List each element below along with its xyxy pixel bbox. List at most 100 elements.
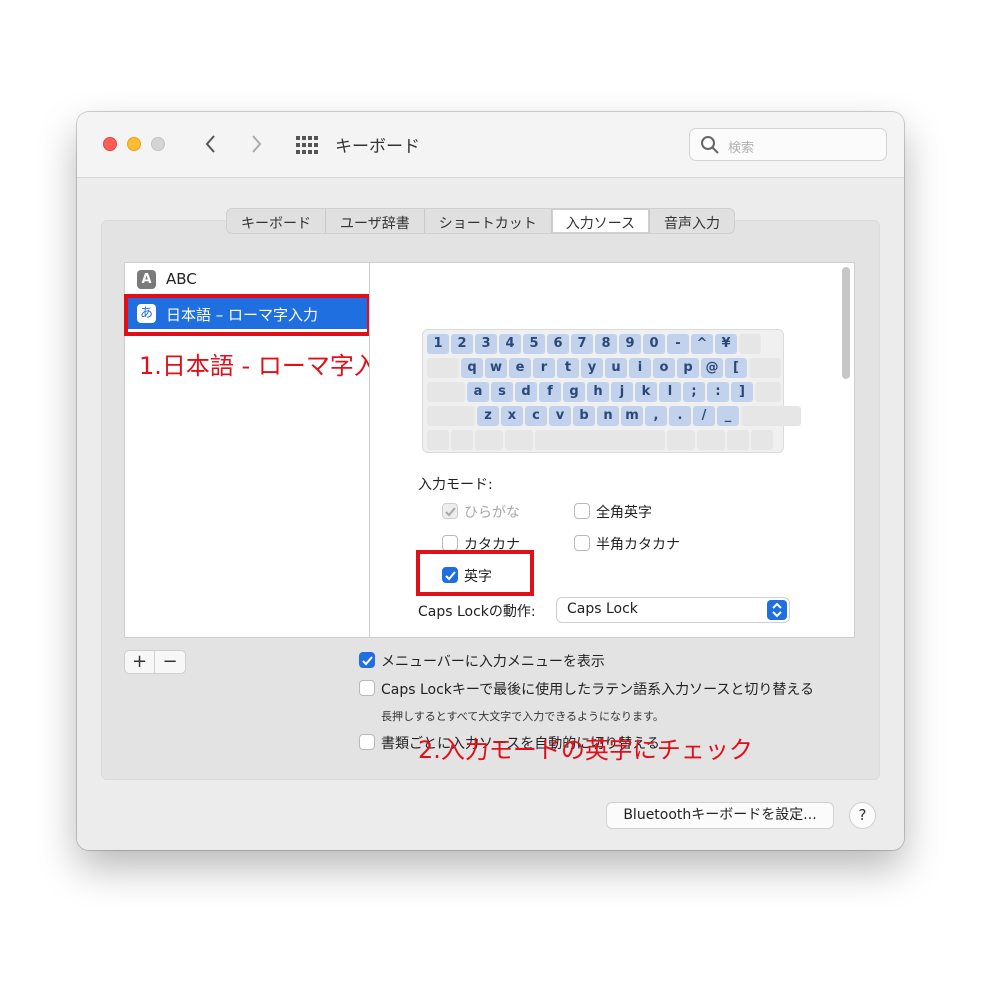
caps-lock-label: Caps Lockの動作:	[418, 604, 536, 620]
source-label: ABC	[166, 270, 197, 288]
key-blank	[727, 430, 749, 450]
key-blank	[427, 382, 465, 402]
key-1: a	[467, 382, 489, 402]
auto-switch-checkbox[interactable]	[359, 734, 375, 750]
tab-dictation[interactable]: 音声入力	[650, 209, 734, 233]
key-11: @	[701, 358, 723, 378]
key-9: 0	[643, 334, 665, 354]
show-all-button[interactable]	[295, 134, 319, 156]
close-button[interactable]	[103, 137, 117, 151]
hiragana-checkbox	[442, 503, 458, 519]
minimize-button[interactable]	[127, 137, 141, 151]
key-blank	[751, 430, 773, 450]
tab-bar: キーボード ユーザ辞書 ショートカット 入力ソース 音声入力	[226, 208, 736, 234]
key-5: g	[563, 382, 585, 402]
hiragana-label: ひらがな	[464, 505, 520, 521]
key-blank	[505, 430, 533, 450]
key-6: h	[587, 382, 609, 402]
key-11: ^	[691, 334, 713, 354]
help-button[interactable]: ?	[849, 802, 876, 829]
key-blank	[475, 430, 503, 450]
key-6: y	[581, 358, 603, 378]
key-1: q	[461, 358, 483, 378]
window-title: キーボード	[335, 137, 420, 157]
hankaku-katakana-checkbox[interactable]	[574, 535, 590, 551]
keyboard-row-asdf: a s d f g h j k l;:]	[427, 382, 781, 402]
key-blank	[535, 430, 665, 450]
keyboard-row-zxcv: z x c v b n m,. / _	[427, 406, 801, 426]
caps-switch-checkbox[interactable]	[359, 680, 375, 696]
zoom-button[interactable]	[151, 137, 165, 151]
add-source-button[interactable]: +	[125, 651, 156, 673]
key-3: e	[509, 358, 531, 378]
key-blank	[427, 358, 459, 378]
key-4: r	[533, 358, 555, 378]
key-8: i	[629, 358, 651, 378]
key-blank	[741, 406, 801, 426]
grid-icon	[296, 136, 318, 154]
key-blank	[697, 430, 725, 450]
key-4: f	[539, 382, 561, 402]
list-add-remove-control: + −	[124, 650, 186, 674]
show-menu-label: メニューバーに入力メニューを表示	[381, 654, 605, 670]
tab-user-dictionary[interactable]: ユーザ辞書	[326, 209, 425, 233]
keyboard-preferences-window: キーボード 検索 キーボード ユーザ辞書 ショートカット 入力ソース 音声入力 …	[77, 112, 904, 850]
input-mode-title: 入力モード:	[418, 477, 493, 493]
tab-shortcuts[interactable]: ショートカット	[425, 209, 552, 233]
tab-input-sources[interactable]: 入力ソース	[551, 209, 651, 233]
highlight-box-step2	[416, 550, 534, 596]
caps-switch-label: Caps Lockキーで最後に使用したラテン語系入力ソースと切り替える	[381, 682, 814, 698]
key-blank	[451, 430, 473, 450]
key-10: -	[667, 334, 689, 354]
bluetooth-keyboard-button[interactable]: Bluetoothキーボードを設定...	[606, 802, 834, 829]
search-placeholder: 検索	[728, 141, 755, 156]
title-bar: キーボード 検索	[77, 112, 904, 178]
key-8: k	[635, 382, 657, 402]
forward-button[interactable]	[244, 130, 268, 158]
tab-keyboard[interactable]: キーボード	[227, 209, 326, 233]
key-blank	[427, 406, 475, 426]
zenkaku-eiji-checkbox[interactable]	[574, 503, 590, 519]
back-button[interactable]	[199, 130, 223, 158]
key-7: j	[611, 382, 633, 402]
scrollbar[interactable]	[842, 267, 850, 379]
annotation-step2: 2.入力モードの英字にチェック	[418, 736, 753, 764]
keyboard-row-space	[427, 430, 773, 450]
key-6: 7	[571, 334, 593, 354]
key-12: ]	[731, 382, 753, 402]
checkmark-icon	[445, 507, 456, 517]
key-7: u	[605, 358, 627, 378]
search-field[interactable]: 検索	[689, 128, 887, 161]
key-blank	[749, 358, 781, 378]
key-8: ,	[645, 406, 667, 426]
caps-lock-select[interactable]: Caps Lock	[556, 597, 790, 623]
key-0: 1	[427, 334, 449, 354]
key-2: w	[485, 358, 507, 378]
key-12: [	[725, 358, 747, 378]
key-9: .	[669, 406, 691, 426]
zenkaku-eiji-label: 全角英字	[596, 505, 652, 521]
key-10: p	[677, 358, 699, 378]
select-arrows-icon	[767, 600, 787, 620]
key-3: d	[515, 382, 537, 402]
key-5: 6	[547, 334, 569, 354]
key-10: /	[693, 406, 715, 426]
key-8: 9	[619, 334, 641, 354]
key-11: _	[717, 406, 739, 426]
key-10: ;	[683, 382, 705, 402]
key-blank	[667, 430, 695, 450]
source-row-abc[interactable]: A ABC	[125, 263, 369, 295]
checkmark-icon	[362, 656, 373, 666]
hankaku-katakana-label: 半角カタカナ	[596, 537, 680, 553]
show-menu-checkbox[interactable]	[359, 652, 375, 668]
keyboard-layout-preview: 1 2 3 4 5 6 7 8 9 0- ^ ¥ q w e r t y u i o p @[ a s d f g h j k l;:] …	[422, 329, 801, 453]
chevron-right-icon	[252, 135, 262, 153]
katakana-checkbox[interactable]	[442, 535, 458, 551]
remove-source-button[interactable]: −	[155, 651, 185, 673]
key-blank	[427, 430, 449, 450]
key-9: o	[653, 358, 675, 378]
chevron-left-icon	[205, 135, 215, 153]
key-1: 2	[451, 334, 473, 354]
key-9: l	[659, 382, 681, 402]
key-5: t	[557, 358, 579, 378]
